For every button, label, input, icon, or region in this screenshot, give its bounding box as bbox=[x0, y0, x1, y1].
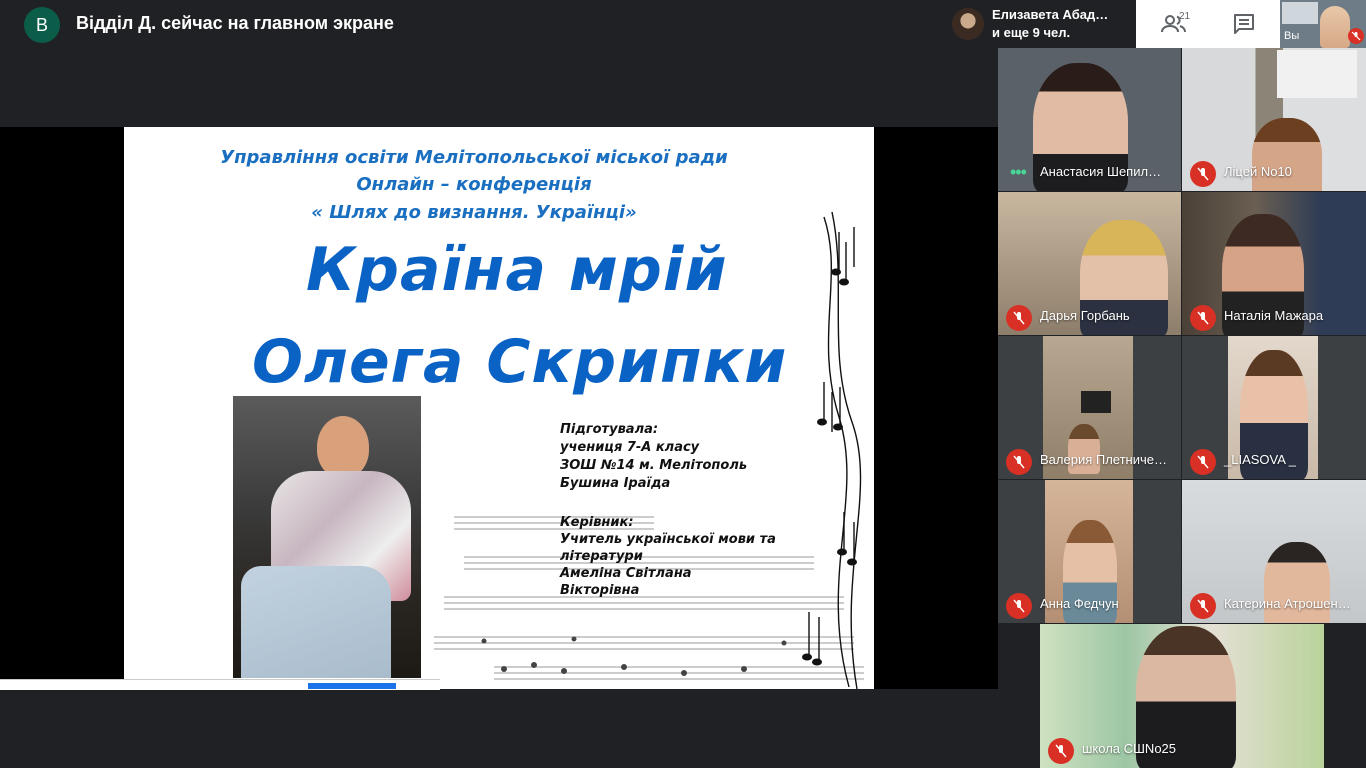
oleg-skrypka-photo bbox=[233, 396, 421, 678]
mic-off-icon bbox=[1190, 161, 1216, 187]
presentation-scroll-thumb[interactable] bbox=[308, 683, 396, 689]
mic-off-icon bbox=[1190, 449, 1216, 475]
slide-header-line-2: Онлайн – конференція bbox=[356, 174, 592, 195]
participant-tile[interactable]: Анна Федчун bbox=[998, 480, 1181, 623]
participant-tile[interactable]: Наталія Мажара bbox=[1182, 192, 1366, 335]
participant-tile[interactable]: Валерия Плетниче… bbox=[998, 336, 1181, 479]
prepared-by-line-1: учениця 7-А класу bbox=[560, 440, 700, 455]
self-calendar bbox=[1282, 2, 1318, 24]
active-speakers-text: Елизавета Абад… и еще 9 чел. bbox=[992, 6, 1108, 42]
participant-tile[interactable]: школа СШNo25 bbox=[1040, 624, 1324, 768]
participant-tile[interactable]: ••• Анастасия Шепил… bbox=[998, 48, 1181, 191]
photo-figure-jeans bbox=[241, 566, 391, 678]
participant-video bbox=[1252, 118, 1322, 191]
participant-tile[interactable]: _LIASOVA _ bbox=[1182, 336, 1366, 479]
supervisor-line-3: Амеліна Світлана bbox=[560, 566, 692, 581]
photo-figure-head bbox=[317, 416, 369, 478]
mic-off-icon bbox=[1190, 305, 1216, 331]
supervisor-label: Керівник: bbox=[560, 515, 634, 530]
participant-name: школа СШNo25 bbox=[1082, 741, 1177, 756]
slide-header-line-1: Управління освіти Мелітопольської місько… bbox=[220, 147, 728, 168]
mic-off-icon bbox=[1190, 593, 1216, 619]
presentation-slide: Управління освіти Мелітопольської місько… bbox=[124, 127, 874, 689]
slide-title-line-1: Країна мрій bbox=[306, 235, 728, 305]
participant-name: Катерина Атрошен… bbox=[1224, 596, 1351, 611]
show-everyone-button[interactable] bbox=[1150, 6, 1198, 42]
prepared-by-line-3: Бушина Іраїда bbox=[560, 476, 671, 491]
self-view-label: Вы bbox=[1284, 30, 1300, 42]
slide-header-line-3: « Шлях до визнання. Українці» bbox=[311, 202, 637, 223]
participant-tile[interactable]: Катерина Атрошен… bbox=[1182, 480, 1366, 623]
participant-name: Дарья Горбань bbox=[1040, 308, 1130, 323]
prepared-by-line-2: ЗОШ №14 м. Мелітополь bbox=[560, 458, 748, 473]
presenting-status-text: Відділ Д. сейчас на главном экране bbox=[76, 13, 394, 33]
mic-off-icon bbox=[1006, 305, 1032, 331]
active-speaker-others: и еще 9 чел. bbox=[992, 25, 1071, 40]
tv-screen bbox=[1081, 391, 1111, 413]
self-video bbox=[1320, 6, 1350, 48]
music-notes-decoration bbox=[802, 212, 862, 689]
prepared-by-label: Підготувала: bbox=[560, 422, 659, 437]
mic-off-icon bbox=[1006, 593, 1032, 619]
active-speaker-name: Елизавета Абад… bbox=[992, 7, 1109, 22]
supervisor-line-1: Учитель української мови та bbox=[560, 532, 776, 547]
wall-calendar bbox=[1277, 50, 1357, 98]
chat-icon bbox=[1234, 14, 1254, 34]
chat-button[interactable] bbox=[1222, 6, 1266, 42]
supervisor-line-2: літератури bbox=[560, 549, 643, 564]
participant-count-badge: 21 bbox=[1179, 11, 1191, 22]
active-speaker-avatar bbox=[952, 8, 984, 40]
participant-name: _LIASOVA _ bbox=[1224, 452, 1297, 467]
participant-tile[interactable]: Дарья Горбань bbox=[998, 192, 1181, 335]
presenter-avatar: В bbox=[24, 7, 60, 43]
participant-name: Наталія Мажара bbox=[1224, 308, 1324, 323]
participant-tile[interactable]: Ліцей No10 bbox=[1182, 48, 1366, 191]
supervisor-block: Керівник: Учитель української мови та лі… bbox=[560, 514, 776, 599]
mic-off-icon bbox=[1006, 449, 1032, 475]
mic-off-icon bbox=[1048, 738, 1074, 764]
participant-name: Валерия Плетниче… bbox=[1040, 452, 1167, 467]
self-view-tile[interactable]: Вы bbox=[1280, 0, 1366, 48]
slide-title-line-2: Олега Скрипки bbox=[252, 327, 788, 397]
self-mic-off-icon bbox=[1348, 28, 1364, 44]
supervisor-line-4: Вікторівна bbox=[560, 583, 640, 598]
participant-name: Анна Федчун bbox=[1040, 596, 1119, 611]
prepared-by-block: Підготувала: учениця 7-А класу ЗОШ №14 м… bbox=[560, 421, 747, 493]
participant-name: Анастасия Шепил… bbox=[1040, 164, 1162, 179]
speaking-indicator-icon: ••• bbox=[1010, 162, 1027, 182]
participant-name: Ліцей No10 bbox=[1224, 164, 1292, 179]
